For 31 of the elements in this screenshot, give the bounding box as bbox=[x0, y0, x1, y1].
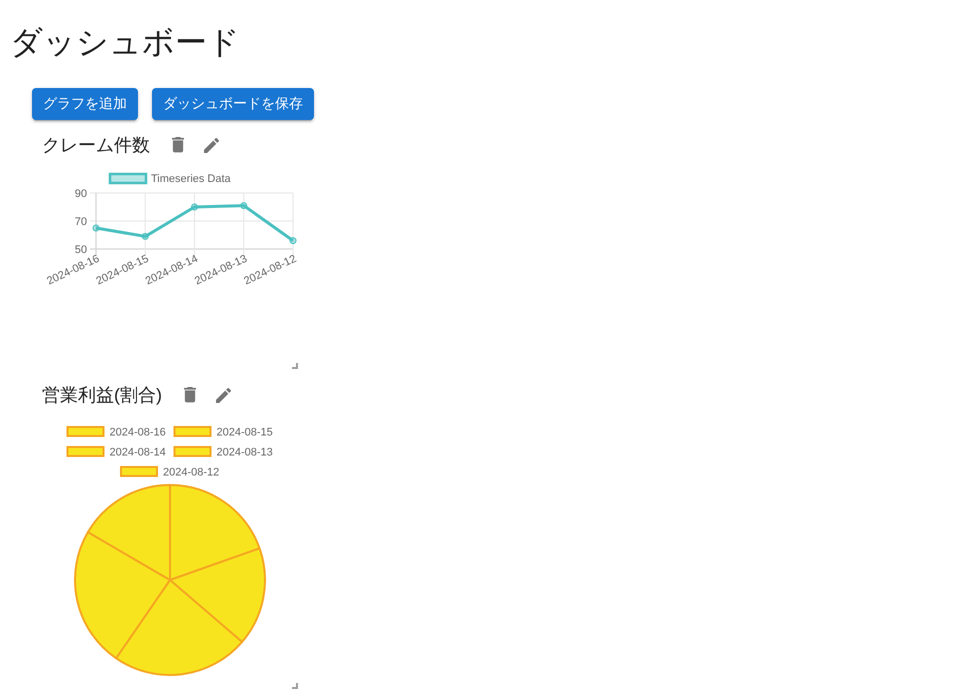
pencil-icon bbox=[216, 388, 230, 402]
resize-handle[interactable] bbox=[292, 363, 298, 369]
data-point bbox=[240, 202, 248, 210]
legend-label: 2024-08-12 bbox=[163, 466, 220, 478]
axis-tick-label: 50 bbox=[74, 244, 87, 256]
trash-icon bbox=[172, 137, 184, 153]
legend-label: 2024-08-14 bbox=[110, 446, 166, 458]
resize-handle[interactable] bbox=[292, 683, 298, 689]
legend-swatch-icon bbox=[66, 426, 104, 437]
legend-swatch-icon bbox=[108, 172, 148, 184]
page-title: ダッシュボード bbox=[9, 23, 241, 62]
legend-swatch-icon bbox=[66, 446, 104, 457]
legend-label: 2024-08-15 bbox=[216, 426, 273, 438]
action-button[interactable]: グラフを追加 bbox=[32, 88, 138, 120]
legend-swatch-icon bbox=[120, 466, 158, 477]
axis-tick-label: 70 bbox=[74, 216, 87, 228]
data-point bbox=[191, 204, 198, 210]
data-point bbox=[290, 237, 296, 244]
legend-swatch-icon bbox=[174, 446, 212, 457]
trash-icon bbox=[184, 387, 196, 403]
action-button[interactable]: ダッシュボードを保存 bbox=[152, 88, 314, 120]
legend-label: 2024-08-16 bbox=[110, 426, 166, 438]
pencil-icon bbox=[204, 138, 218, 152]
data-point bbox=[142, 232, 149, 240]
data-point bbox=[92, 224, 100, 232]
axis-tick-label: 90 bbox=[74, 188, 87, 200]
legend-label: Timeseries Data bbox=[151, 173, 231, 185]
chart-title: クレーム件数 bbox=[42, 134, 150, 157]
legend-swatch-icon bbox=[174, 426, 212, 437]
legend-label: 2024-08-13 bbox=[216, 446, 273, 458]
chart-title: 営業利益(割合) bbox=[42, 384, 162, 407]
